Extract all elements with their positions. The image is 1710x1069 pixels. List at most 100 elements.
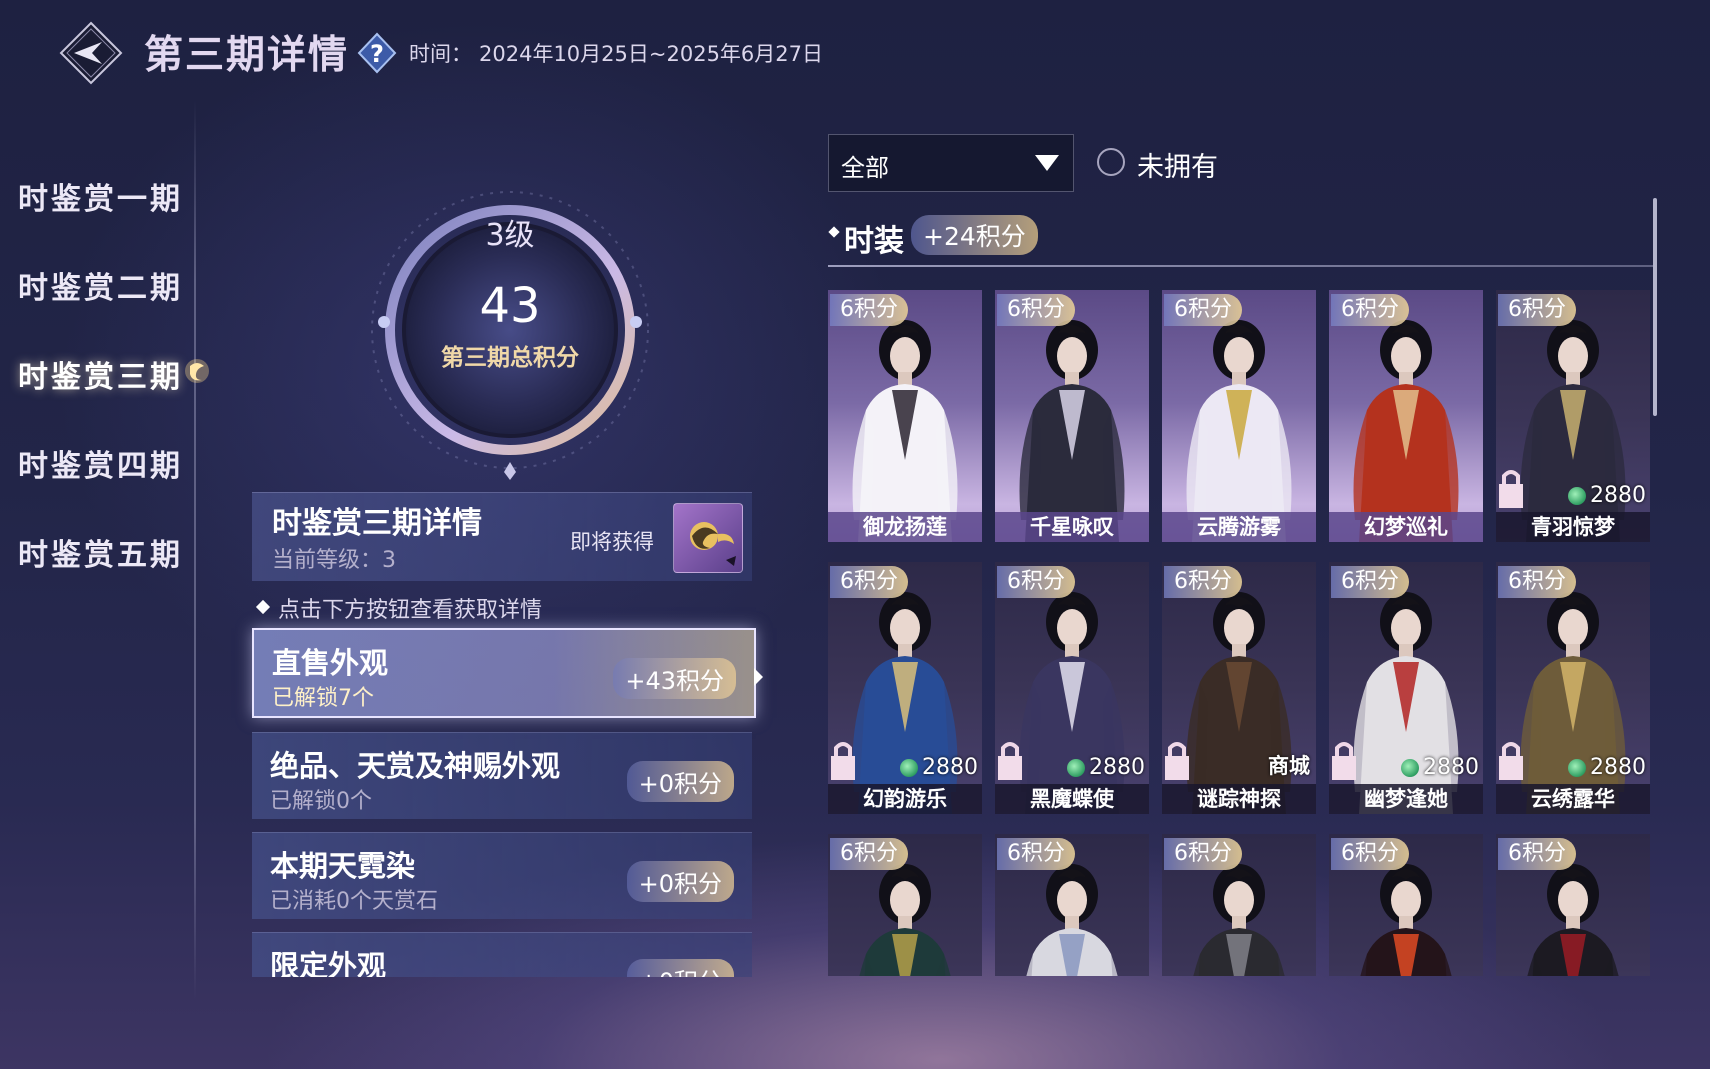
outfit-name: 幻梦巡礼 xyxy=(1329,512,1483,542)
outfit-card[interactable]: 6积分幻梦巡礼 xyxy=(1329,290,1483,542)
sidebar-item-period-4[interactable]: 时鉴赏四期 xyxy=(18,441,183,485)
category-subtitle: 已消耗0个天赏石 xyxy=(270,889,438,914)
category-title: 本期天霓染 xyxy=(270,849,416,883)
outfit-points-badge: 6积分 xyxy=(1331,838,1409,870)
outfit-card[interactable]: 6积分 2880 幻韵游乐 xyxy=(828,562,982,814)
lock-icon xyxy=(1499,742,1523,780)
outfit-card[interactable]: 6积分 xyxy=(1329,834,1483,976)
category-title: 绝品、天赏及神赐外观 xyxy=(270,749,561,783)
outfit-name: 千星咏叹 xyxy=(995,512,1149,542)
category-dye[interactable]: 本期天霓染 已消耗0个天赏石 +0积分 xyxy=(252,832,752,919)
outfit-card[interactable]: 6积分 2880 云绣露华 xyxy=(1496,562,1650,814)
time-value: 2024年10月25日~2025年6月27日 xyxy=(479,42,824,66)
outfit-points-badge: 6积分 xyxy=(1164,294,1242,326)
jade-currency-icon xyxy=(1568,758,1586,777)
category-direct-sale[interactable]: 直售外观 已解锁7个 +43积分 xyxy=(252,628,756,718)
outfit-points-badge: 6积分 xyxy=(997,838,1075,870)
outfit-name: 云腾游雾 xyxy=(1162,512,1316,542)
category-points: +0积分 xyxy=(626,861,734,902)
unowned-radio-label[interactable]: 未拥有 xyxy=(1137,145,1218,184)
category-premium[interactable]: 绝品、天赏及神赐外观 已解锁0个 +0积分 xyxy=(252,732,752,819)
outfit-name: 青羽惊梦 xyxy=(1496,512,1650,542)
section-points: +24积分 xyxy=(911,215,1038,255)
chevron-down-icon xyxy=(1035,155,1059,171)
outfit-points-badge: 6积分 xyxy=(1498,838,1576,870)
outfit-grid: 6积分 御龙扬莲 6积分 千星咏叹 6积分 云腾游雾 6积分 幻梦巡礼 6积分 2880 青羽惊梦 6… xyxy=(828,290,1653,976)
outfit-name: 御龙扬莲 xyxy=(828,512,982,542)
outfit-price: 2880 xyxy=(1067,755,1145,780)
outfit-card[interactable]: 6积分 千星咏叹 xyxy=(995,290,1149,542)
outfit-card[interactable]: 6积分 xyxy=(1496,834,1650,976)
lock-icon xyxy=(998,742,1022,780)
outfit-name: 谜踪神探 xyxy=(1162,784,1316,814)
jade-currency-icon xyxy=(1067,758,1085,777)
outfit-card[interactable]: 6积分 xyxy=(828,834,982,976)
outfit-points-badge: 6积分 xyxy=(830,838,908,870)
category-points: +43积分 xyxy=(613,658,736,699)
upcoming-reward-icon[interactable] xyxy=(673,503,743,573)
help-icon[interactable]: ? xyxy=(357,32,397,74)
outfit-points-badge: 6积分 xyxy=(830,566,908,598)
current-level-text: 当前等级：3 xyxy=(272,548,396,573)
outfit-card[interactable]: 6积分 xyxy=(1162,834,1316,976)
hint-text: 点击下方按钮查看获取详情 xyxy=(278,598,543,623)
category-subtitle: 已解锁7个 xyxy=(272,686,374,711)
outfit-card[interactable]: 6积分云腾游雾 xyxy=(1162,290,1316,542)
hint-bullet xyxy=(255,599,271,615)
outfit-figure xyxy=(1186,320,1292,542)
filter-dropdown[interactable]: 全部 xyxy=(828,134,1074,192)
active-arrow-icon xyxy=(754,668,763,686)
outfit-figure xyxy=(1019,320,1125,542)
outfit-name: 云绣露华 xyxy=(1496,784,1650,814)
outfit-price: 2880 xyxy=(1401,755,1479,780)
category-title: 直售外观 xyxy=(272,646,389,680)
page-title: 第三期详情 xyxy=(144,32,350,78)
outfit-points-badge: 6积分 xyxy=(1331,566,1409,598)
outfit-card[interactable]: 6积分商城谜踪神探 xyxy=(1162,562,1316,814)
outfit-card[interactable]: 6积分 2880 黑魔蝶使 xyxy=(995,562,1149,814)
details-title: 时鉴赏三期详情 xyxy=(272,506,482,541)
active-marker-icon xyxy=(182,354,212,388)
outfit-name: 幽梦逢她 xyxy=(1329,784,1483,814)
dropdown-value: 全部 xyxy=(841,154,889,182)
outfit-points-badge: 6积分 xyxy=(1164,838,1242,870)
sidebar-item-period-1[interactable]: 时鉴赏一期 xyxy=(18,174,183,218)
outfit-points-badge: 6积分 xyxy=(1498,566,1576,598)
back-button[interactable] xyxy=(58,20,124,86)
section-divider xyxy=(828,265,1653,267)
outfit-card[interactable]: 6积分 2880 青羽惊梦 xyxy=(1496,290,1650,542)
lock-icon xyxy=(1499,470,1523,508)
outfit-price: 2880 xyxy=(900,755,978,780)
time-label: 时间： xyxy=(409,42,472,66)
category-subtitle: 已解锁0个 xyxy=(270,789,372,814)
outfit-card[interactable]: 6积分 2880 幽梦逢她 xyxy=(1329,562,1483,814)
lock-icon xyxy=(1332,742,1356,780)
upcoming-reward-label: 即将获得 xyxy=(570,530,654,554)
sidebar-item-period-2[interactable]: 时鉴赏二期 xyxy=(18,263,183,307)
outfit-price: 2880 xyxy=(1568,483,1646,508)
section-bullet xyxy=(828,226,840,238)
scrollbar[interactable] xyxy=(1653,198,1657,416)
level-text: 3级 xyxy=(485,218,535,253)
total-score-label: 第三期总积分 xyxy=(441,344,579,371)
category-title: 限定外观 xyxy=(270,949,387,977)
outfit-points-badge: 6积分 xyxy=(1498,294,1576,326)
sidebar-divider xyxy=(194,100,196,1000)
outfit-figure xyxy=(852,320,958,542)
category-points: +0积分 xyxy=(626,761,734,802)
sidebar-item-period-3[interactable]: 时鉴赏三期 xyxy=(18,352,183,396)
unowned-radio[interactable] xyxy=(1097,148,1125,176)
outfit-price: 2880 xyxy=(1568,755,1646,780)
outfit-shop-label: 商城 xyxy=(1268,754,1310,778)
jade-currency-icon xyxy=(900,758,918,777)
category-points: +0积分 xyxy=(626,959,734,977)
lock-icon xyxy=(831,742,855,780)
outfit-points-badge: 6积分 xyxy=(997,566,1075,598)
outfit-card[interactable]: 6积分 xyxy=(995,834,1149,976)
outfit-name: 幻韵游乐 xyxy=(828,784,982,814)
category-limited[interactable]: 限定外观 +0积分 xyxy=(252,932,752,977)
outfit-points-badge: 6积分 xyxy=(1164,566,1242,598)
outfit-card[interactable]: 6积分 御龙扬莲 xyxy=(828,290,982,542)
sidebar-item-period-5[interactable]: 时鉴赏五期 xyxy=(18,530,183,574)
outfit-points-badge: 6积分 xyxy=(1331,294,1409,326)
